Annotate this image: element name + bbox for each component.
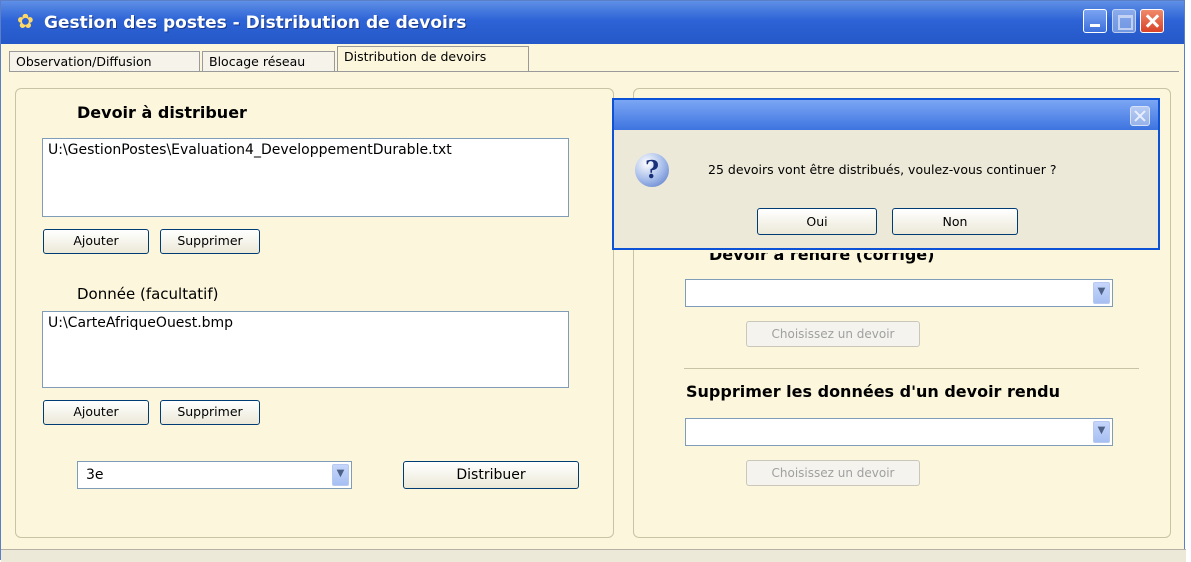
non-button[interactable]: Non: [892, 208, 1018, 235]
dialog-message: 25 devoirs vont être distribués, voulez-…: [708, 162, 1057, 177]
rendre-devoir-select[interactable]: ▼: [685, 279, 1113, 307]
supprimer-devoir-select[interactable]: ▼: [685, 418, 1113, 446]
supprimer-donnee-button[interactable]: Supprimer: [160, 400, 260, 425]
separator: [684, 368, 1139, 369]
supprimer-donnees-heading: Supprimer les données d'un devoir rendu: [686, 382, 1060, 401]
ajouter-donnee-button[interactable]: Ajouter: [43, 400, 149, 425]
main-window: ✿ Gestion des postes - Distribution de d…: [0, 0, 1186, 562]
dialog-close-button[interactable]: [1130, 106, 1150, 126]
chevron-down-icon[interactable]: ▼: [1093, 282, 1110, 304]
choisir-devoir-button-1[interactable]: Choisissez un devoir: [746, 321, 920, 347]
tab-blocage-reseau[interactable]: Blocage réseau: [202, 51, 335, 71]
app-icon: ✿: [17, 9, 34, 33]
window-title: Gestion des postes - Distribution de dev…: [44, 13, 467, 33]
devoir-file-textbox[interactable]: U:\GestionPostes\Evaluation4_Developpeme…: [42, 138, 569, 217]
close-button[interactable]: [1140, 9, 1164, 33]
devoir-heading: Devoir à distribuer: [77, 103, 247, 122]
question-icon: ?: [635, 153, 669, 187]
tab-baseline: [9, 71, 1179, 72]
donnee-heading: Donnée (facultatif): [77, 285, 219, 303]
donnee-file-textbox[interactable]: U:\CarteAfriqueOuest.bmp: [42, 311, 569, 388]
dialog-title-bar[interactable]: [614, 100, 1158, 130]
class-select[interactable]: 3e ▼: [77, 461, 352, 489]
maximize-button: [1112, 9, 1136, 33]
tab-distribution-devoirs[interactable]: Distribution de devoirs: [337, 46, 529, 71]
distribuer-button[interactable]: Distribuer: [403, 461, 579, 489]
minimize-button[interactable]: [1083, 9, 1107, 33]
oui-button[interactable]: Oui: [757, 208, 877, 235]
chevron-down-icon[interactable]: ▼: [332, 464, 349, 486]
ajouter-devoir-button[interactable]: Ajouter: [43, 229, 149, 254]
title-bar[interactable]: ✿ Gestion des postes - Distribution de d…: [1, 1, 1184, 44]
choisir-devoir-button-2[interactable]: Choisissez un devoir: [746, 460, 920, 486]
chevron-down-icon[interactable]: ▼: [1093, 421, 1110, 443]
supprimer-devoir-button[interactable]: Supprimer: [160, 229, 260, 254]
status-bar: [1, 549, 1186, 562]
tab-observation-diffusion[interactable]: Observation/Diffusion: [9, 51, 200, 71]
confirm-dialog: ? 25 devoirs vont être distribués, voule…: [612, 98, 1160, 250]
class-select-value: 3e: [86, 467, 104, 483]
